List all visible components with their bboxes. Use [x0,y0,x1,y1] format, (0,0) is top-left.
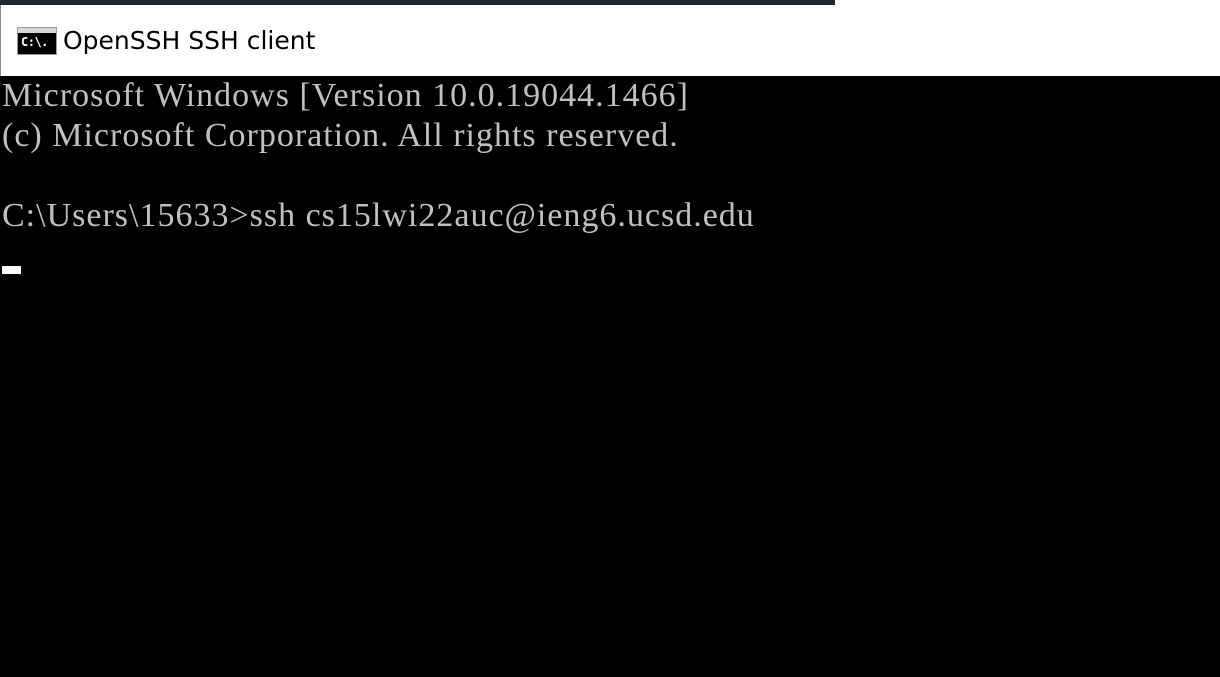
title-bar[interactable]: C:\. OpenSSH SSH client [0,5,1220,76]
console-line-copyright: (c) Microsoft Corporation. All rights re… [2,117,679,154]
console-line-command: C:\Users\15633>ssh cs15lwi22auc@ieng6.uc… [2,197,755,234]
console-icon-bar [18,28,56,33]
terminal-output[interactable]: Microsoft Windows [Version 10.0.19044.14… [0,76,1220,677]
console-icon[interactable]: C:\. [17,27,57,55]
text-cursor [2,266,21,274]
console-line-version: Microsoft Windows [Version 10.0.19044.14… [2,77,689,114]
console-window: C:\. OpenSSH SSH client Microsoft Window… [0,0,1220,677]
window-title: OpenSSH SSH client [63,26,316,55]
console-icon-glyph: C:\. [21,35,48,49]
